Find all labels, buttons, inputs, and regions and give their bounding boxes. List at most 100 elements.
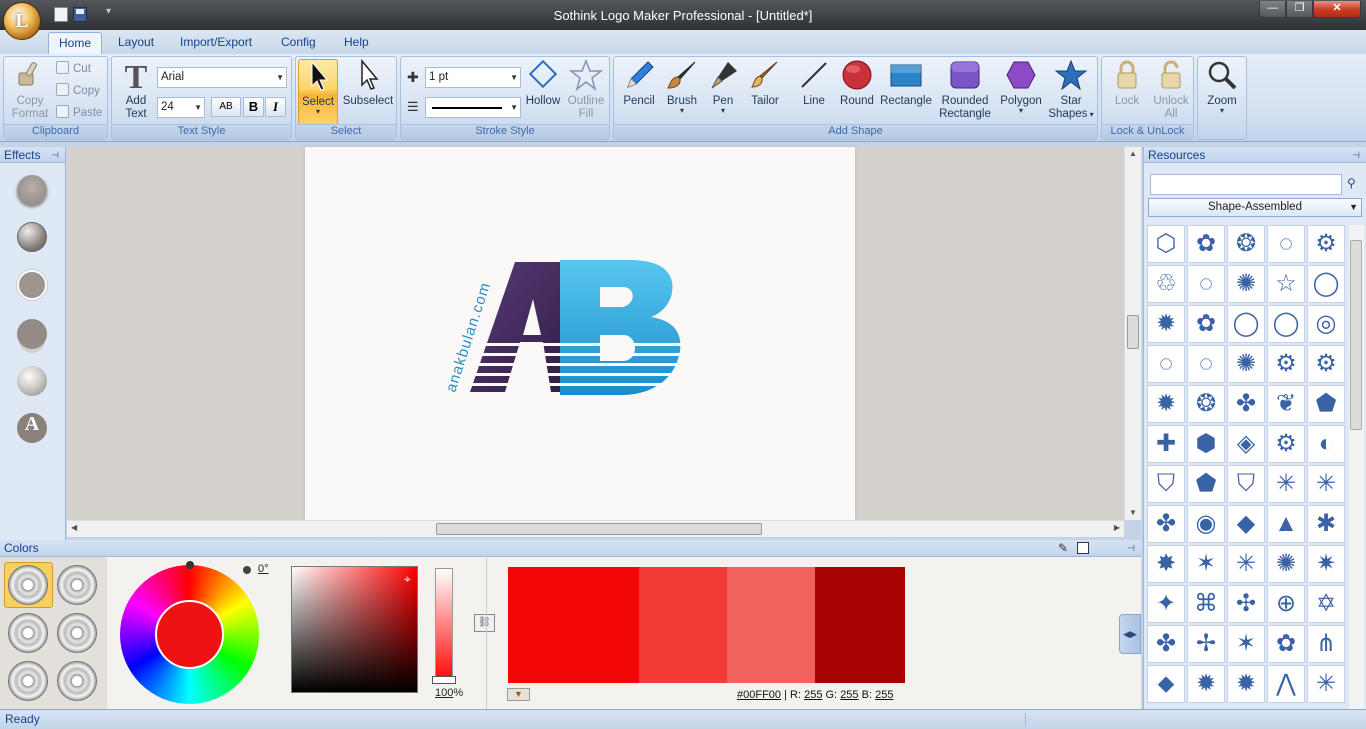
shape-item[interactable]: ◯ bbox=[1267, 305, 1305, 343]
app-menu-button[interactable]: L bbox=[3, 2, 41, 40]
resource-category-select[interactable]: Shape-Assembled ▼ bbox=[1148, 198, 1362, 217]
shape-item[interactable]: ☆ bbox=[1267, 265, 1305, 303]
shape-item[interactable]: ◯ bbox=[1227, 305, 1265, 343]
fill-type-ring-2[interactable] bbox=[8, 613, 48, 653]
shape-item[interactable]: ⬟ bbox=[1307, 385, 1345, 423]
shape-item[interactable]: ✳ bbox=[1307, 465, 1345, 503]
shape-item[interactable]: ✿ bbox=[1187, 225, 1225, 263]
scroll-left-icon[interactable]: ◀ bbox=[71, 523, 77, 532]
shape-item[interactable]: ⋀ bbox=[1267, 665, 1305, 703]
subselect-button[interactable]: Subselect bbox=[342, 58, 394, 108]
shape-item[interactable]: ✤ bbox=[1227, 385, 1265, 423]
alpha-value[interactable]: 100% bbox=[435, 687, 463, 699]
shape-item[interactable]: ⬥ bbox=[1147, 665, 1185, 703]
font-family-select[interactable]: Arial ▼ bbox=[157, 67, 287, 88]
polygon-button[interactable]: Polygon ▾ bbox=[996, 59, 1046, 115]
search-icon[interactable]: ⚲ bbox=[1347, 176, 1356, 190]
fill-type-ring-5[interactable] bbox=[57, 661, 97, 701]
shape-item[interactable]: ✿ bbox=[1187, 305, 1225, 343]
shape-item[interactable]: ▲ bbox=[1267, 505, 1305, 543]
lock-button[interactable]: Lock bbox=[1106, 59, 1148, 108]
bold-button[interactable]: B bbox=[243, 97, 264, 117]
hex-value[interactable]: #00FF00 bbox=[737, 689, 781, 701]
round-button[interactable]: Round bbox=[836, 59, 878, 108]
shape-item[interactable]: ✱ bbox=[1307, 505, 1345, 543]
palette-color-3[interactable] bbox=[727, 567, 815, 683]
text-direction-button[interactable]: AB bbox=[211, 97, 241, 117]
shape-item[interactable]: ⚙ bbox=[1307, 225, 1345, 263]
stroke-type-select[interactable]: ▼ bbox=[425, 97, 521, 118]
shape-item[interactable]: ⋔ bbox=[1307, 625, 1345, 663]
shape-item[interactable]: ⚙ bbox=[1267, 425, 1305, 463]
eyedropper-icon[interactable]: ✎ bbox=[1058, 540, 1068, 557]
shape-item[interactable]: ⬡ bbox=[1147, 225, 1185, 263]
shape-item[interactable]: ◌ bbox=[1187, 265, 1225, 303]
shape-item[interactable]: ⛉ bbox=[1147, 465, 1185, 503]
shape-item[interactable]: ⬟ bbox=[1187, 465, 1225, 503]
scroll-up-icon[interactable]: ▲ bbox=[1129, 149, 1137, 158]
tab-home[interactable]: Home bbox=[48, 32, 102, 54]
tab-layout[interactable]: Layout bbox=[108, 32, 164, 54]
effect-bevel[interactable] bbox=[17, 222, 47, 252]
green-value[interactable]: 255 bbox=[840, 689, 858, 701]
star-shapes-button[interactable]: Star Shapes ▾ bbox=[1048, 59, 1094, 121]
cut-button[interactable]: Cut bbox=[56, 59, 91, 79]
effect-text[interactable]: A bbox=[17, 413, 47, 443]
shape-item[interactable]: ◐ bbox=[1307, 425, 1345, 463]
shape-item[interactable]: ✹ bbox=[1227, 665, 1265, 703]
scroll-right-icon[interactable]: ▶ bbox=[1114, 523, 1120, 532]
shape-item[interactable]: ◎ bbox=[1307, 305, 1345, 343]
unlock-all-button[interactable]: Unlock All bbox=[1150, 59, 1192, 121]
shape-item[interactable]: ⚙ bbox=[1267, 345, 1305, 383]
shape-item[interactable]: ✣ bbox=[1227, 585, 1265, 623]
close-button[interactable]: ✕ bbox=[1313, 1, 1361, 18]
shape-item[interactable]: ◆ bbox=[1227, 505, 1265, 543]
brush-button[interactable]: Brush ▾ bbox=[662, 59, 702, 115]
copy-button[interactable]: Copy bbox=[56, 81, 100, 101]
saturation-value-picker[interactable] bbox=[291, 566, 418, 693]
canvas-area[interactable]: anakbulan.com bbox=[67, 147, 1141, 520]
zoom-button[interactable]: Zoom ▾ bbox=[1202, 59, 1242, 115]
shape-item[interactable]: ✸ bbox=[1147, 545, 1185, 583]
fill-type-radial[interactable] bbox=[57, 565, 97, 605]
outline-fill-button[interactable]: Outline Fill bbox=[565, 58, 607, 121]
shape-item[interactable]: ✿ bbox=[1267, 625, 1305, 663]
tailor-button[interactable]: Tailor bbox=[744, 59, 786, 108]
collapse-panel-icon[interactable]: ◀▶ bbox=[1119, 614, 1141, 654]
shape-item[interactable]: ✹ bbox=[1147, 385, 1185, 423]
alpha-slider-thumb[interactable] bbox=[432, 676, 456, 684]
palette-color-1[interactable] bbox=[508, 567, 639, 683]
fill-type-ring-4[interactable] bbox=[8, 661, 48, 701]
shape-item[interactable]: ⊕ bbox=[1267, 585, 1305, 623]
fill-type-linear[interactable] bbox=[8, 565, 48, 605]
effect-shadow[interactable] bbox=[17, 175, 47, 205]
gradient-angle-value[interactable]: 0° bbox=[258, 563, 269, 575]
shape-item[interactable]: ✹ bbox=[1147, 305, 1185, 343]
tab-import-export[interactable]: Import/Export bbox=[170, 32, 262, 54]
add-text-button[interactable]: T Add Text bbox=[116, 59, 156, 121]
shape-item[interactable]: ✳ bbox=[1227, 545, 1265, 583]
shape-item[interactable]: ❂ bbox=[1227, 225, 1265, 263]
shape-item[interactable]: ✳ bbox=[1307, 665, 1345, 703]
shape-item[interactable]: ◯ bbox=[1307, 265, 1345, 303]
shape-item[interactable]: ✡ bbox=[1307, 585, 1345, 623]
shape-item[interactable]: ⬢ bbox=[1187, 425, 1225, 463]
color-wheel[interactable] bbox=[120, 561, 259, 704]
maximize-button[interactable]: ❐ bbox=[1286, 1, 1313, 18]
effect-reflection[interactable] bbox=[17, 319, 47, 349]
vertical-scroll-thumb[interactable] bbox=[1127, 315, 1139, 349]
rectangle-button[interactable]: Rectangle bbox=[878, 59, 934, 108]
effect-gradient[interactable] bbox=[17, 366, 47, 396]
shape-item[interactable]: ✢ bbox=[1187, 625, 1225, 663]
shape-item[interactable]: ✶ bbox=[1227, 625, 1265, 663]
line-button[interactable]: Line bbox=[794, 59, 834, 108]
shape-item[interactable]: ⛉ bbox=[1227, 465, 1265, 503]
logo-artwork[interactable]: anakbulan.com bbox=[305, 147, 855, 520]
shape-item[interactable]: ✳ bbox=[1267, 465, 1305, 503]
fill-type-ring-3[interactable] bbox=[57, 613, 97, 653]
resource-search-input[interactable] bbox=[1150, 174, 1342, 195]
pencil-button[interactable]: Pencil bbox=[618, 59, 660, 108]
red-value[interactable]: 255 bbox=[804, 689, 822, 701]
shape-item[interactable]: ✺ bbox=[1227, 265, 1265, 303]
tab-help[interactable]: Help bbox=[334, 32, 379, 54]
